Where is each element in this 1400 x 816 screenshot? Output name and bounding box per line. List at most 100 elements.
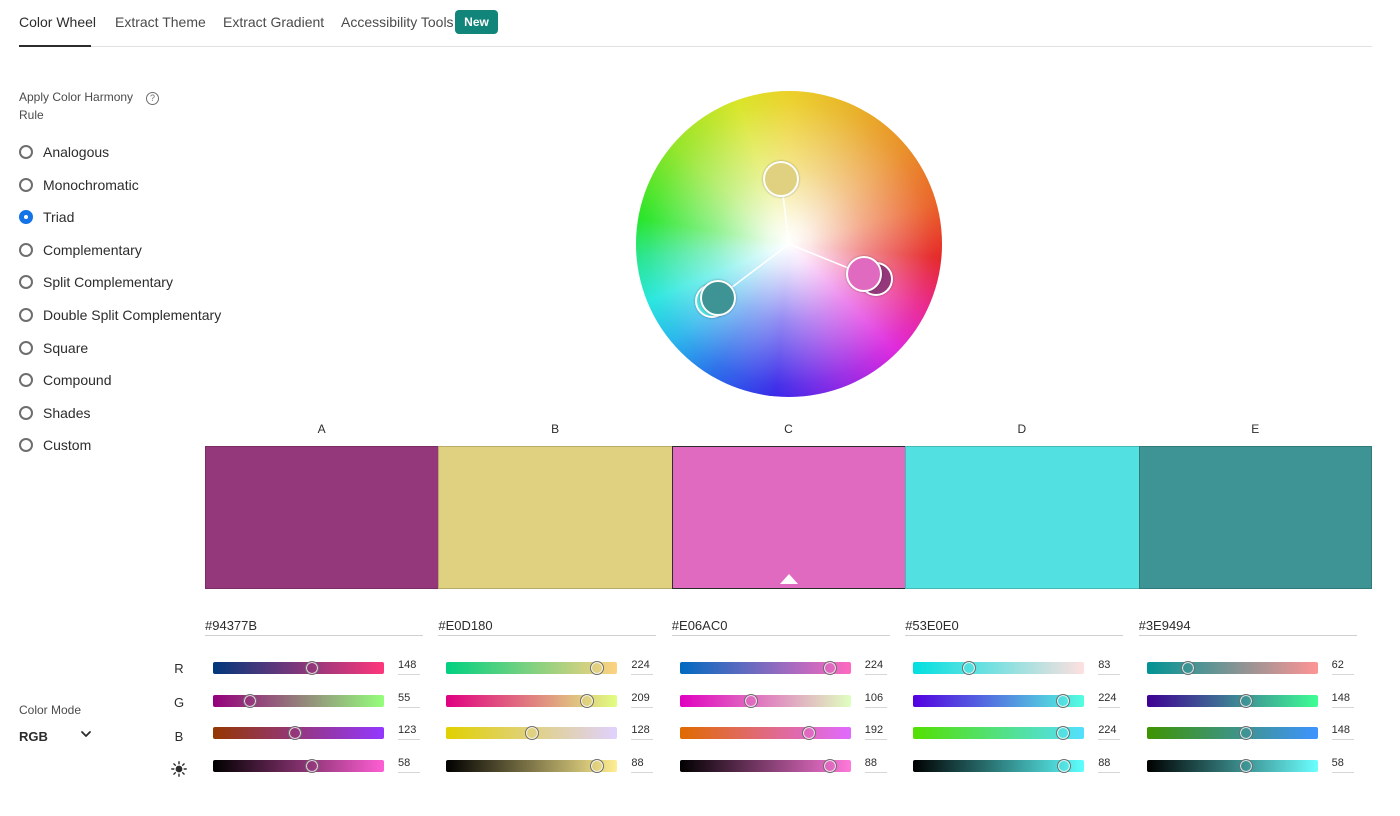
color-mode-value: RGB <box>19 728 48 744</box>
hex-input-c[interactable] <box>671 616 890 636</box>
color-swatch-e[interactable] <box>1138 446 1372 589</box>
wheel-handle-e[interactable] <box>700 280 736 316</box>
hex-input-a[interactable] <box>205 616 423 636</box>
brightness-slider-thumb-d[interactable] <box>1056 759 1071 773</box>
radio-label: Double Split Complementary <box>43 307 222 323</box>
channel-label-r: R <box>174 661 184 676</box>
tabs-divider <box>19 46 1372 47</box>
harmony-option-split-complementary[interactable]: Split Complementary <box>19 272 173 292</box>
radio-button[interactable] <box>19 242 33 257</box>
r-slider-track-e[interactable] <box>1146 662 1318 674</box>
brightness-slider-track-e[interactable] <box>1146 760 1318 772</box>
color-swatch-b[interactable] <box>438 446 673 589</box>
g-value-d[interactable]: 224 <box>1098 692 1121 708</box>
brightness-slider-thumb-b[interactable] <box>589 759 604 773</box>
g-slider-track-a[interactable] <box>213 695 384 707</box>
tab-extract-gradient[interactable]: Extract Gradient <box>223 14 324 30</box>
b-slider-thumb-c[interactable] <box>801 726 816 740</box>
brightness-value-a[interactable]: 58 <box>398 757 420 773</box>
r-value-c[interactable]: 224 <box>864 659 887 675</box>
radio-button[interactable] <box>19 145 33 159</box>
r-slider-thumb-d[interactable] <box>961 661 976 675</box>
help-icon[interactable]: ? <box>146 92 159 105</box>
radio-button[interactable] <box>19 405 33 420</box>
harmony-option-compound[interactable]: Compound <box>19 370 112 390</box>
tab-extract-theme[interactable]: Extract Theme <box>115 14 206 30</box>
g-value-b[interactable]: 209 <box>631 692 654 708</box>
color-mode-select[interactable]: RGB <box>19 726 95 746</box>
radio-button[interactable] <box>19 340 33 355</box>
g-value-c[interactable]: 106 <box>864 692 887 708</box>
harmony-option-monochromatic[interactable]: Monochromatic <box>19 175 139 195</box>
r-slider-thumb-c[interactable] <box>823 661 837 675</box>
channel-label-b: B <box>174 729 184 744</box>
hex-input-e[interactable] <box>1138 616 1357 636</box>
harmony-option-double-split-complementary[interactable]: Double Split Complementary <box>19 305 221 325</box>
harmony-option-shades[interactable]: Shades <box>19 403 90 423</box>
hex-input-d[interactable] <box>905 616 1124 636</box>
brightness-value-c[interactable]: 88 <box>864 757 887 773</box>
radio-button[interactable] <box>19 210 33 225</box>
brightness-value-b[interactable]: 88 <box>631 757 654 773</box>
radio-button[interactable] <box>19 308 33 322</box>
g-slider-thumb-e[interactable] <box>1238 694 1253 708</box>
b-value-d[interactable]: 224 <box>1098 724 1121 740</box>
radio-button[interactable] <box>19 373 33 388</box>
b-value-e[interactable]: 148 <box>1331 724 1354 740</box>
radio-button[interactable] <box>19 177 33 192</box>
g-slider-thumb-b[interactable] <box>579 694 594 708</box>
brightness-slider-track-a[interactable] <box>213 760 384 772</box>
hex-input-b[interactable] <box>438 616 657 636</box>
radio-label: Triad <box>43 209 75 226</box>
harmony-option-analogous[interactable]: Analogous <box>19 142 109 162</box>
harmony-option-complementary[interactable]: Complementary <box>19 240 142 260</box>
color-wheel[interactable] <box>636 91 942 397</box>
g-value-e[interactable]: 148 <box>1331 692 1354 708</box>
g-slider-thumb-a[interactable] <box>242 694 257 708</box>
g-value-a[interactable]: 55 <box>398 692 420 708</box>
radio-label: Monochromatic <box>43 176 139 193</box>
r-value-d[interactable]: 83 <box>1098 659 1121 675</box>
color-swatch-c[interactable] <box>671 446 907 589</box>
harmony-option-custom[interactable]: Custom <box>19 435 91 455</box>
b-value-b[interactable]: 128 <box>631 724 654 740</box>
chevron-down-icon <box>81 731 91 737</box>
b-value-a[interactable]: 123 <box>398 724 420 740</box>
r-value-b[interactable]: 224 <box>631 659 654 675</box>
brightness-value-e[interactable]: 58 <box>1331 757 1354 773</box>
g-slider-thumb-c[interactable] <box>743 694 758 708</box>
g-slider-track-e[interactable] <box>1146 695 1318 707</box>
radio-button[interactable] <box>19 275 33 290</box>
b-slider-track-c[interactable] <box>679 727 851 739</box>
channel-label-g: G <box>173 695 185 710</box>
radio-button[interactable] <box>19 438 33 453</box>
swatch-letter: A <box>317 422 326 436</box>
swatch-letter: B <box>551 422 560 436</box>
harmony-option-square[interactable]: Square <box>19 338 88 358</box>
color-mode-title: Color Mode <box>19 703 82 717</box>
radio-label: Shades <box>43 404 91 421</box>
harmony-rule-title: Apply Color Harmony Rule <box>19 90 134 122</box>
r-slider-thumb-b[interactable] <box>589 661 604 675</box>
r-slider-track-d[interactable] <box>913 662 1085 674</box>
color-swatch-d[interactable] <box>905 446 1140 589</box>
r-slider-track-a[interactable] <box>213 662 384 674</box>
b-slider-thumb-e[interactable] <box>1238 726 1253 740</box>
swatch-letter: C <box>784 422 793 436</box>
color-swatch-a[interactable] <box>205 446 440 589</box>
wheel-handle-c[interactable] <box>846 256 882 292</box>
r-value-e[interactable]: 62 <box>1331 659 1354 675</box>
selected-swatch-caret-icon <box>779 574 798 584</box>
g-slider-track-c[interactable] <box>679 695 851 707</box>
b-slider-track-e[interactable] <box>1146 727 1318 739</box>
r-value-a[interactable]: 148 <box>398 659 420 675</box>
tab-color-wheel[interactable]: Color Wheel <box>19 14 96 30</box>
b-value-c[interactable]: 192 <box>864 724 887 740</box>
swatch-letter: D <box>1017 422 1027 436</box>
brightness-value-d[interactable]: 88 <box>1098 757 1121 773</box>
wheel-handle-b[interactable] <box>763 161 799 197</box>
tab-accessibility-tools[interactable]: Accessibility Tools <box>341 14 454 30</box>
brightness-icon <box>171 761 187 777</box>
harmony-option-triad[interactable]: Triad <box>19 207 74 227</box>
brightness-slider-thumb-e[interactable] <box>1238 759 1253 773</box>
